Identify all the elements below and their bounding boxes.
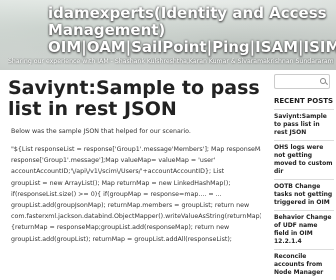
post-intro: Below was the sample JSON that helped fo… — [11, 128, 191, 135]
recent-posts-heading: RECENT POSTS — [274, 97, 334, 105]
recent-post-link[interactable]: OHS logs were not getting moved to custo… — [274, 140, 334, 179]
post-title: Saviynt:Sample to pass list in rest JSON — [8, 77, 260, 120]
search-icon[interactable] — [320, 78, 326, 84]
post-content: Saviynt:Sample to pass list in rest JSON… — [8, 78, 264, 245]
site-title[interactable]: idamexperts(Identity and Access Manageme… — [48, 5, 336, 56]
recent-post-link[interactable]: Saviynt:Sample to pass list in rest JSON — [274, 109, 334, 140]
code-line: "${List responseList = response['Group1'… — [11, 146, 261, 153]
recent-post-link[interactable]: OOTB Change tasks not getting triggered … — [274, 179, 334, 210]
code-line: groupList.add(groupJsonMap); returnMap.m… — [11, 202, 250, 210]
code-line: groupList.add(groupList); returnMap = gr… — [11, 235, 232, 243]
code-snippet: "${List responseList = response['Group1'… — [11, 144, 261, 245]
code-line: accountAccountID;'\/api\/v1\/scim\/Users… — [11, 168, 225, 176]
code-line: response['Group1'.message'];Map valueMap… — [11, 157, 216, 165]
search-input[interactable] — [274, 74, 330, 89]
recent-post-link[interactable]: Behavior Change of UDF name field in OIM… — [274, 210, 334, 249]
code-line: {returnMap = responseMap;groupList.add(r… — [11, 224, 230, 232]
sidebar: RECENT POSTS Saviynt:Sample to pass list… — [274, 74, 334, 280]
site-header: idamexperts(Identity and Access Manageme… — [0, 0, 336, 70]
code-line: com.fasterxml.jackson.databind.ObjectMap… — [11, 213, 261, 221]
recent-post-link[interactable]: Reconcile accounts from Node Manager — [274, 249, 334, 280]
code-line: if(responseList.size() >= 0){ if(groupMa… — [11, 190, 222, 198]
code-line: groupList = new ArrayList(); Map returnM… — [11, 179, 231, 187]
site-tagline: Sharing our experience with IAM - Shasha… — [8, 58, 334, 65]
